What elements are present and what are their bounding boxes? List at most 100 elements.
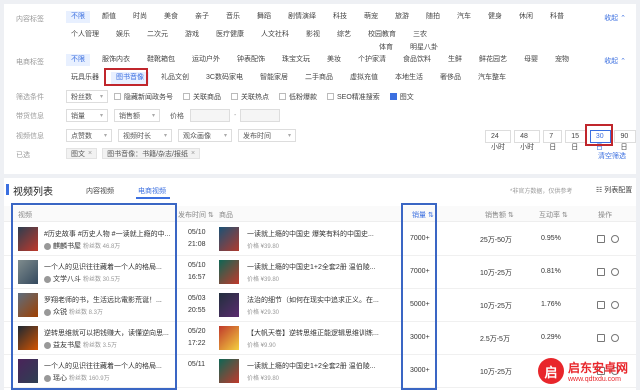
add-icon[interactable] — [611, 268, 619, 276]
tag-chip[interactable]: 服饰内衣 — [97, 54, 135, 66]
tag-chip[interactable]: 礼品文创 — [156, 72, 194, 84]
tag-chip[interactable]: 三农 — [408, 29, 432, 41]
tag-chip[interactable]: 美妆 — [322, 54, 346, 66]
tab-content-video[interactable]: 内容视频 — [86, 186, 114, 196]
price-max-input[interactable] — [240, 109, 281, 122]
tag-chip[interactable]: 食品饮料 — [398, 54, 436, 66]
sales-select[interactable]: 销量 ▾ — [66, 109, 108, 122]
tag-chip[interactable]: 时尚 — [128, 11, 152, 23]
tag-chip[interactable]: 生鲜 — [443, 54, 467, 66]
col-publish-time[interactable]: 发布时间 ⇅ — [178, 210, 214, 220]
tag-chip[interactable]: 娱乐 — [111, 29, 135, 41]
tag-chip[interactable]: 运动户外 — [187, 54, 225, 66]
close-icon[interactable]: × — [88, 150, 92, 157]
tag-chip[interactable]: 剧情演绎 — [283, 11, 321, 23]
tag-chip[interactable]: 本地生活 — [390, 72, 428, 84]
tag-chip[interactable]: 宠物 — [550, 54, 574, 66]
detail-icon[interactable] — [597, 235, 605, 243]
tag-chip[interactable]: 明星八卦 — [405, 42, 443, 54]
tag-chip[interactable]: 医疗健康 — [211, 29, 249, 41]
price-min-input[interactable] — [190, 109, 230, 122]
tag-chip[interactable]: 鞋靴箱包 — [142, 54, 180, 66]
list-settings-button[interactable]: ☷ 列表配置 — [596, 185, 632, 195]
tag-chip[interactable]: 个人管理 — [66, 29, 104, 41]
tag-chip[interactable]: 人文社科 — [256, 29, 294, 41]
tag-chip[interactable]: 不限 — [66, 11, 90, 23]
selected-tag[interactable]: 图书音像：书籍/杂志/报纸 × — [102, 148, 201, 159]
tag-chip[interactable]: 奢侈品 — [435, 72, 466, 84]
day-range-button[interactable]: 90日 — [614, 129, 637, 151]
tab-ecom-video[interactable]: 电商视频 — [138, 186, 166, 196]
product-image[interactable] — [219, 293, 239, 317]
seo-checkbox[interactable]: SEO精准搜索 — [327, 92, 380, 102]
audience-select[interactable]: 观众画像 ▾ — [178, 129, 232, 142]
add-icon[interactable] — [611, 334, 619, 342]
tag-chip[interactable]: 健身 — [483, 11, 507, 23]
tag-chip[interactable]: 亲子 — [190, 11, 214, 23]
tag-chip[interactable]: 美食 — [159, 11, 183, 23]
tag-chip[interactable]: 不限 — [66, 54, 90, 66]
tag-chip[interactable]: 钟表配饰 — [232, 54, 270, 66]
revenue-select[interactable]: 销售额 ▾ — [114, 109, 160, 122]
tag-chip[interactable]: 音乐 — [221, 11, 245, 23]
product-title[interactable]: 一读就上瘾的中国史1+2全套2册 温伯陵... — [247, 361, 392, 371]
tag-chip[interactable]: 舞蹈 — [252, 11, 276, 23]
tag-chip[interactable]: 萌宠 — [359, 11, 383, 23]
day-range-button[interactable]: 48小时 — [514, 129, 541, 151]
tag-chip[interactable]: 体育 — [374, 42, 398, 54]
product-image[interactable] — [219, 326, 239, 350]
detail-icon[interactable] — [597, 334, 605, 342]
tag-chip[interactable]: 科技 — [328, 11, 352, 23]
tag-chip[interactable]: 汽车整车 — [473, 72, 511, 84]
tag-chip[interactable]: 影视 — [301, 29, 325, 41]
low-fans-checkbox[interactable]: 低粉爆款 — [279, 92, 317, 102]
tag-chip[interactable]: 科普 — [545, 11, 569, 23]
product-title[interactable]: 一读就上瘾的中国史1+2全套2册 温伯陵... — [247, 262, 392, 272]
fans-select[interactable]: 粉丝数 ▾ — [66, 90, 108, 103]
close-icon[interactable]: × — [191, 150, 195, 157]
related-hot-checkbox[interactable]: 关联热点 — [231, 92, 269, 102]
tag-chip[interactable]: 二手商品 — [300, 72, 338, 84]
tag-chip[interactable]: 随拍 — [421, 11, 445, 23]
tag-chip[interactable]: 游戏 — [180, 29, 204, 41]
tag-chip[interactable]: 珠宝文玩 — [277, 54, 315, 66]
publish-time-select[interactable]: 发布时间 ▾ — [238, 129, 296, 142]
product-image[interactable] — [219, 260, 239, 284]
col-interaction-rate[interactable]: 互动率 ⇅ — [539, 210, 568, 220]
tag-chip[interactable]: 母婴 — [519, 54, 543, 66]
product-title[interactable]: 【大帆天卷】逆转思维正能逻辑思维训练... — [247, 328, 392, 338]
image-text-checkbox[interactable]: 图文 — [389, 92, 414, 102]
tag-chip[interactable]: 汽车 — [452, 11, 476, 23]
tag-chip[interactable]: 虚拟充值 — [345, 72, 383, 84]
day-range-button[interactable]: 15日 — [565, 129, 587, 151]
tag-chip[interactable]: 休闲 — [514, 11, 538, 23]
tag-chip[interactable]: 旅游 — [390, 11, 414, 23]
selected-tag[interactable]: 图文 × — [66, 148, 98, 159]
add-icon[interactable] — [611, 301, 619, 309]
day-range-button[interactable]: 7日 — [543, 129, 563, 151]
detail-icon[interactable] — [597, 301, 605, 309]
tag-chip[interactable]: 颜值 — [97, 11, 121, 23]
day-range-button[interactable]: 24小时 — [485, 129, 512, 151]
detail-icon[interactable] — [597, 268, 605, 276]
product-image[interactable] — [219, 359, 239, 383]
product-image[interactable] — [219, 227, 239, 251]
tag-chip[interactable]: 二次元 — [142, 29, 173, 41]
collapse-link[interactable]: 收起 ⌃ — [604, 13, 626, 23]
product-title[interactable]: 法治的细节（如何在现实中追求正义。在... — [247, 295, 392, 305]
tag-chip[interactable]: 玩具乐器 — [66, 72, 104, 84]
product-title[interactable]: 一读就上瘾的中国史 爆笑有料的中国史... — [247, 229, 392, 239]
tag-chip[interactable]: 校园教育 — [363, 29, 401, 41]
related-goods-checkbox[interactable]: 关联商品 — [183, 92, 221, 102]
add-icon[interactable] — [611, 235, 619, 243]
collapse-link-2[interactable]: 收起 ⌃ — [604, 56, 626, 66]
tag-chip[interactable]: 鲜花园艺 — [474, 54, 512, 66]
hide-news-checkbox[interactable]: 隐藏新闻政务号 — [114, 92, 173, 102]
col-revenue[interactable]: 销售额 ⇅ — [485, 210, 514, 220]
tag-chip[interactable]: 综艺 — [332, 29, 356, 41]
duration-select[interactable]: 视频时长 ▾ — [118, 129, 172, 142]
tag-chip[interactable]: 个护家清 — [353, 54, 391, 66]
tag-chip[interactable]: 智能家居 — [255, 72, 293, 84]
likes-select[interactable]: 点赞数 ▾ — [66, 129, 112, 142]
tag-chip[interactable]: 3C数码家电 — [201, 72, 248, 84]
